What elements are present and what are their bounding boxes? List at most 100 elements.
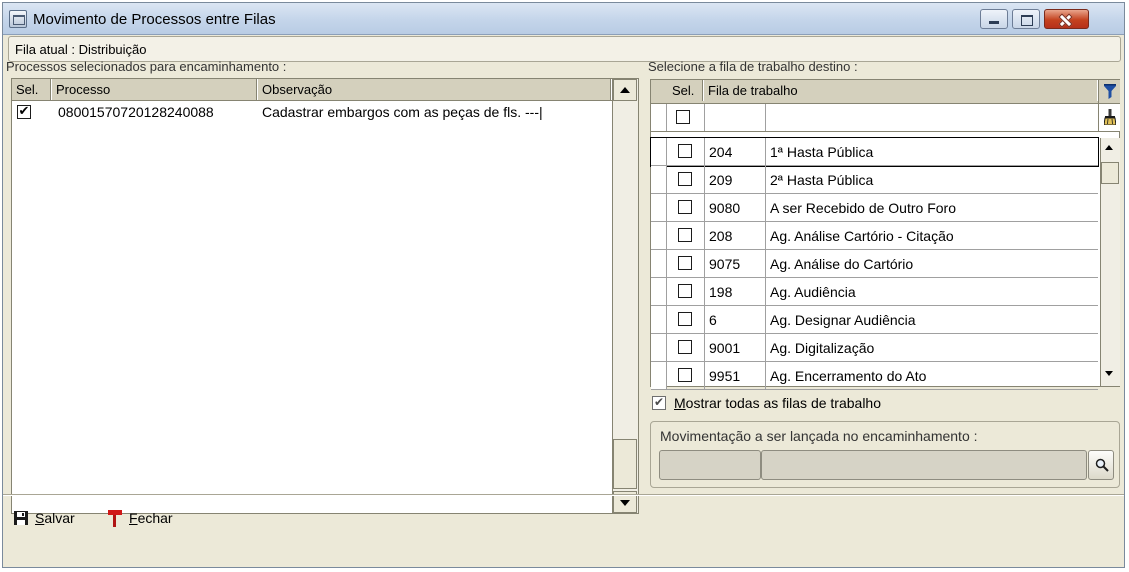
movement-group-label: Movimentação a ser lançada no encaminham…	[660, 428, 978, 444]
close-button-label: Fechar	[129, 510, 173, 526]
queue-code: 9075	[704, 250, 766, 277]
broom-icon	[1104, 109, 1116, 125]
table-row[interactable]: 9001 Ag. Digitalização	[651, 334, 1098, 362]
row-indicator	[651, 250, 667, 277]
queue-select-checkbox[interactable]	[678, 284, 692, 298]
current-queue-label: Fila atual : Distribuição	[15, 42, 147, 57]
column-header-fila[interactable]: Fila de trabalho	[704, 80, 1098, 101]
scroll-up-button[interactable]	[1101, 138, 1119, 158]
row-indicator	[651, 278, 667, 305]
filter-code-input[interactable]	[704, 104, 766, 131]
selected-processes-grid[interactable]: Sel. Processo Observação ✔ 0800157072012…	[11, 78, 639, 514]
movement-search-button[interactable]	[1088, 450, 1114, 480]
arrow-up-icon	[620, 87, 630, 93]
work-queue-grid[interactable]: Sel. Fila de trabalho 204 1ª Hasta Públi…	[650, 79, 1120, 390]
table-row[interactable]: 208 Ag. Análise Cartório - Citação	[651, 222, 1098, 250]
observation-input[interactable]: Cadastrar embargos com as peças de fls. …	[262, 104, 543, 120]
row-indicator	[651, 166, 667, 193]
vertical-scrollbar[interactable]	[612, 79, 638, 513]
filter-name-input[interactable]	[767, 104, 1097, 131]
queue-select-checkbox[interactable]	[678, 312, 692, 326]
table-row[interactable]: ✔ 08001570720128240088 Cadastrar embargo…	[12, 101, 612, 123]
queue-code: 6	[704, 306, 766, 333]
row-indicator	[651, 194, 667, 221]
clear-filter-button[interactable]	[1098, 104, 1120, 132]
destination-queue-caption: Selecione a fila de trabalho destino :	[648, 59, 858, 74]
work-queue-rows: 204 1ª Hasta Pública 209 2ª Hasta Pública 90…	[650, 137, 1099, 390]
queue-name: Ag. Análise Cartório - Citação	[770, 228, 954, 244]
queue-name: Ag. Encerramento do Ato	[770, 368, 927, 384]
movement-group: Movimentação a ser lançada no encaminham…	[650, 421, 1120, 488]
table-row[interactable]: 198 Ag. Audiência	[651, 278, 1098, 306]
queue-code: 9080	[704, 194, 766, 221]
queue-name: Ag. Análise do Cartório	[770, 256, 914, 272]
grid-header: Sel. Fila de trabalho	[651, 80, 1098, 104]
column-header-sel[interactable]: Sel.	[668, 80, 704, 101]
title-bar[interactable]: Movimento de Processos entre Filas	[3, 3, 1124, 35]
table-row[interactable]: 204 1ª Hasta Pública	[650, 137, 1099, 167]
queue-select-checkbox[interactable]	[678, 144, 692, 158]
queue-name: Ag. Digitalização	[770, 340, 875, 356]
close-window-button[interactable]	[1044, 9, 1089, 29]
queue-code: 9951	[704, 362, 766, 389]
queue-select-checkbox[interactable]	[678, 368, 692, 382]
scroll-thumb[interactable]	[613, 439, 637, 489]
checkmark-icon: ✔	[653, 395, 665, 409]
queue-name: A ser Recebido de Outro Foro	[770, 200, 956, 216]
scroll-up-button[interactable]	[613, 79, 637, 101]
row-indicator	[651, 334, 667, 361]
table-row[interactable]: 9075 Ag. Análise do Cartório	[651, 250, 1098, 278]
process-number: 08001570720128240088	[58, 104, 214, 120]
checkmark-icon: ✔	[18, 103, 30, 118]
queue-name: Ag. Designar Audiência	[770, 312, 916, 328]
save-button[interactable]: Salvar	[13, 508, 103, 530]
table-row[interactable]: 209 2ª Hasta Pública	[651, 166, 1098, 194]
filter-button[interactable]	[1098, 80, 1120, 104]
vertical-scrollbar[interactable]	[1100, 138, 1120, 386]
filter-select-checkbox[interactable]	[676, 110, 690, 124]
queue-code: 208	[704, 222, 766, 249]
table-row[interactable]: 6 Ag. Designar Audiência	[651, 306, 1098, 334]
row-indicator	[651, 362, 667, 389]
row-select-checkbox[interactable]: ✔	[17, 103, 31, 119]
selected-processes-caption: Processos selecionados para encaminhamen…	[6, 59, 287, 74]
close-button[interactable]: Fechar	[107, 508, 197, 530]
queue-code: 209	[704, 166, 766, 193]
table-row[interactable]: 9080 A ser Recebido de Outro Foro	[651, 194, 1098, 222]
row-indicator	[651, 306, 667, 333]
show-all-queues-checkbox[interactable]: ✔	[652, 395, 666, 410]
show-all-queues-label: Mostrar todas as filas de trabalho	[674, 395, 882, 411]
grid-header: Sel. Processo Observação	[12, 79, 612, 101]
save-button-label: Salvar	[35, 510, 75, 526]
filter-row[interactable]	[651, 104, 1098, 132]
queue-select-checkbox[interactable]	[678, 172, 692, 186]
scroll-thumb[interactable]	[1101, 162, 1119, 184]
scroll-down-button[interactable]	[1101, 364, 1119, 384]
toolbar-separator	[3, 494, 1124, 496]
queue-code: 204	[704, 138, 766, 165]
magnifier-icon	[1095, 458, 1109, 472]
main-window: Movimento de Processos entre Filas Fila …	[2, 2, 1125, 568]
row-indicator	[651, 222, 667, 249]
window-title: Movimento de Processos entre Filas	[33, 11, 276, 28]
minimize-button[interactable]	[980, 9, 1008, 29]
floppy-disk-icon	[14, 511, 28, 525]
column-header-sel[interactable]: Sel.	[12, 79, 52, 100]
maximize-button[interactable]	[1012, 9, 1040, 29]
queue-select-checkbox[interactable]	[678, 228, 692, 242]
show-all-queues-option[interactable]: ✔ Mostrar todas as filas de trabalho	[652, 394, 952, 414]
row-indicator	[651, 138, 667, 165]
queue-select-checkbox[interactable]	[678, 256, 692, 270]
window-icon[interactable]	[9, 10, 27, 28]
arrow-down-icon	[1105, 371, 1113, 376]
queue-select-checkbox[interactable]	[678, 340, 692, 354]
movement-description-field	[761, 450, 1087, 480]
filter-row-indicator	[651, 104, 667, 131]
queue-select-checkbox[interactable]	[678, 200, 692, 214]
table-row[interactable]: 9951 Ag. Encerramento do Ato	[651, 362, 1098, 390]
column-header-observacao[interactable]: Observação	[258, 79, 612, 100]
column-header-processo[interactable]: Processo	[52, 79, 258, 100]
red-flag-icon	[108, 510, 122, 527]
queue-name: 1ª Hasta Pública	[770, 144, 874, 160]
dialog-content: Fila atual : Distribuição Processos sele…	[3, 36, 1124, 567]
